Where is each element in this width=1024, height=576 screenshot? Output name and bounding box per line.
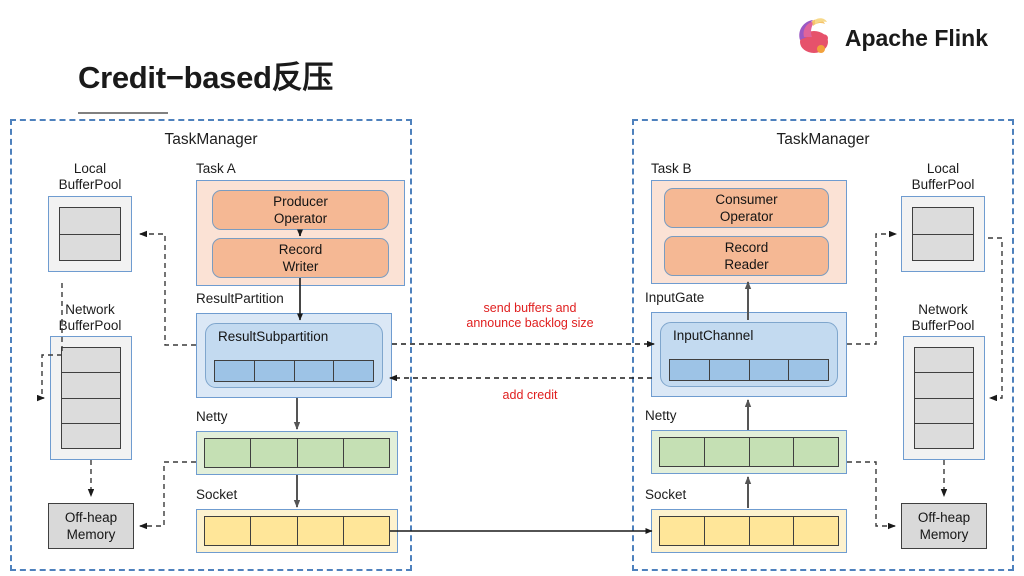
input-channel-buffers xyxy=(669,359,829,381)
left-netty-label: Netty xyxy=(196,409,228,424)
left-off-heap-memory: Off-heap Memory xyxy=(48,503,134,549)
left-local-bufferpool xyxy=(48,196,132,272)
right-socket-label: Socket xyxy=(645,487,687,502)
result-subpartition-label: ResultSubpartition xyxy=(218,329,329,344)
left-socket-buffers xyxy=(204,516,390,546)
input-gate-label: InputGate xyxy=(645,290,705,305)
right-local-bufferpool-label: Local BufferPool xyxy=(911,161,975,192)
left-local-bufferpool-label: Local BufferPool xyxy=(58,161,122,192)
record-writer-box: Record Writer xyxy=(212,238,389,278)
right-taskmanager-title: TaskManager xyxy=(776,131,870,148)
slide-canvas: Credit−based反压 Apache Flink TaskManager … xyxy=(0,0,1024,576)
right-network-bufferpool xyxy=(903,336,985,460)
right-off-heap-memory: Off-heap Memory xyxy=(901,503,987,549)
flink-squirrel-logo xyxy=(791,14,835,63)
record-reader-box: Record Reader xyxy=(664,236,829,276)
result-subpartition-buffers xyxy=(214,360,374,382)
page-title: Credit−based反压 xyxy=(78,60,334,95)
left-socket-label: Socket xyxy=(196,487,238,502)
consumer-operator-box: Consumer Operator xyxy=(664,188,829,228)
left-network-bufferpool-label: Network BufferPool xyxy=(58,302,122,333)
left-netty-buffers xyxy=(204,438,390,468)
right-netty-buffers xyxy=(659,437,839,467)
left-network-bufferpool xyxy=(50,336,132,460)
apache-flink-brand: Apache Flink xyxy=(791,14,988,63)
result-partition-label: ResultPartition xyxy=(196,291,284,306)
producer-operator-box: Producer Operator xyxy=(212,190,389,230)
add-credit-annotation: add credit xyxy=(502,388,558,402)
right-netty-label: Netty xyxy=(645,408,677,423)
left-taskmanager-title: TaskManager xyxy=(164,131,258,148)
send-buffers-annotation: send buffers and announce backlog size xyxy=(466,301,594,330)
title-underline xyxy=(78,112,168,114)
right-task-label: Task B xyxy=(651,161,692,176)
right-network-bufferpool-label: Network BufferPool xyxy=(911,302,975,333)
input-channel-label: InputChannel xyxy=(673,328,754,343)
brand-name: Apache Flink xyxy=(844,25,988,51)
right-socket-buffers xyxy=(659,516,839,546)
left-task-label: Task A xyxy=(196,161,236,176)
right-local-bufferpool xyxy=(901,196,985,272)
